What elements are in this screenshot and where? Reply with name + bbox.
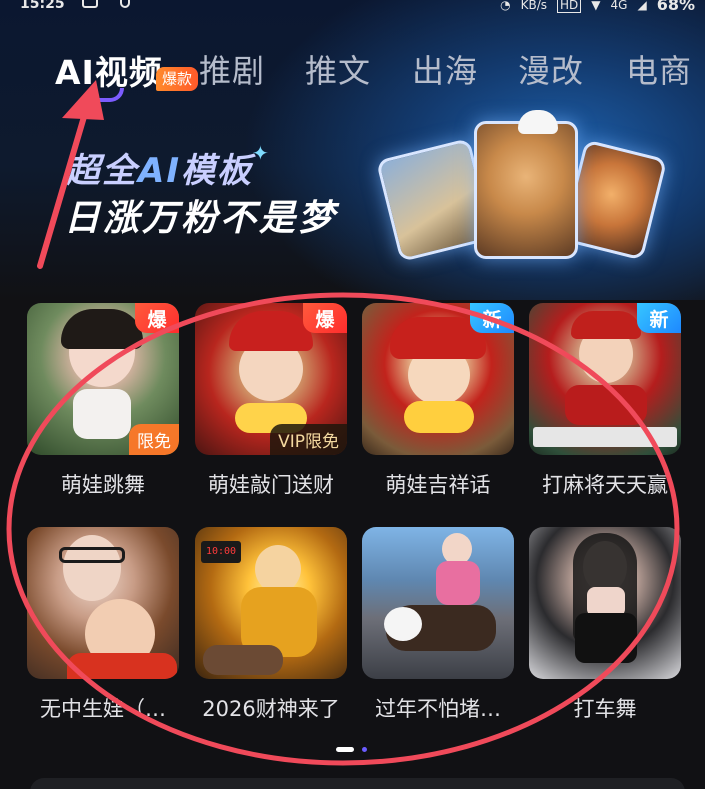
figure-body <box>575 613 637 663</box>
network-speed: KB/s <box>520 0 548 12</box>
template-tile[interactable]: 过年不怕堵… <box>362 527 514 721</box>
template-label: 萌娃跳舞 <box>61 473 145 497</box>
digital-clock: 10:00 <box>201 541 241 563</box>
page-dot[interactable] <box>362 747 367 752</box>
status-time: 15:25 <box>20 0 65 12</box>
figure-hat <box>571 311 641 339</box>
category-tabs: AI视频 爆款 推剧 推文 出海 漫改 电商 <box>0 40 705 102</box>
sparkle-icon: ✦ <box>252 141 269 165</box>
figure-body <box>73 389 131 439</box>
wifi-icon: ▼ <box>591 0 601 12</box>
template-tile[interactable]: 新 打麻将天天赢 <box>529 303 681 497</box>
template-thumbnail[interactable]: 10:00 <box>195 527 347 679</box>
sim-badge: HD <box>557 0 582 13</box>
notification-icon <box>82 0 98 8</box>
tab-article[interactable]: 推文 <box>305 46 371 92</box>
figure-body <box>565 385 647 425</box>
tab-ecommerce[interactable]: 电商 <box>626 46 692 92</box>
page-dot-active[interactable] <box>336 747 354 752</box>
banner-headline: 超全AI模板 <box>66 143 253 192</box>
chef-hat-decoration <box>518 110 558 134</box>
tab-overseas[interactable]: 出海 <box>412 46 478 92</box>
tab-ai-video[interactable]: AI视频 <box>55 46 163 94</box>
template-label: 打车舞 <box>573 697 637 721</box>
template-thumbnail[interactable] <box>27 527 179 679</box>
template-tile[interactable]: 10:00 2026财神来了 <box>195 527 347 721</box>
active-tab-indicator <box>98 88 124 102</box>
template-thumbnail[interactable]: 新 <box>529 303 681 455</box>
hot-tag: 爆 <box>135 303 179 333</box>
template-label: 打麻将天天赢 <box>542 473 668 497</box>
alarm-icon: ◔ <box>500 0 511 12</box>
page-indicator <box>336 747 367 752</box>
template-label: 萌娃敲门送财 <box>208 473 334 497</box>
figure-body <box>436 561 480 605</box>
vip-tag: VIP限免 <box>270 424 347 455</box>
template-thumbnail[interactable]: 爆 VIP限免 <box>195 303 347 455</box>
hot-badge: 爆款 <box>156 67 199 91</box>
banner-suffix: 模板 <box>180 151 253 191</box>
bottom-card[interactable] <box>30 778 685 789</box>
tab-drama[interactable]: 推剧 <box>199 46 265 92</box>
network-type: 4G <box>610 0 628 12</box>
template-label: 萌娃吉祥话 <box>385 473 491 497</box>
battery-level: 68% <box>656 0 695 14</box>
signal-icon: ◢ <box>637 0 647 12</box>
figure-hat <box>229 311 313 351</box>
banner-subline: 日涨万粉不是梦 <box>64 198 338 239</box>
template-label: 2026财神来了 <box>202 697 340 721</box>
new-tag: 新 <box>470 303 514 333</box>
mahjong-tiles <box>533 427 677 447</box>
banner-image-center <box>474 121 578 259</box>
new-tag: 新 <box>637 303 681 333</box>
status-right: ◔ KB/s HD ▼ 4G ◢ 68% <box>500 0 695 14</box>
template-tile[interactable]: 无中生娃（… <box>27 527 179 721</box>
template-tile[interactable]: 爆 限免 萌娃跳舞 <box>27 303 179 497</box>
gold-ingot <box>404 401 474 433</box>
glasses-icon <box>59 547 125 563</box>
hot-tag: 爆 <box>303 303 347 333</box>
template-label: 无中生娃（… <box>40 697 166 721</box>
notification-icon <box>120 0 130 8</box>
template-tile[interactable]: 新 萌娃吉祥话 <box>362 303 514 497</box>
template-thumbnail[interactable] <box>362 527 514 679</box>
notification-icons <box>82 0 130 8</box>
eagle-head <box>384 607 422 641</box>
template-label: 过年不怕堵… <box>375 697 501 721</box>
god-face <box>255 545 301 593</box>
template-tile[interactable]: 打车舞 <box>529 527 681 721</box>
tab-comic[interactable]: 漫改 <box>518 46 584 92</box>
template-thumbnail[interactable]: 新 <box>362 303 514 455</box>
banner-prefix: 超全 <box>66 151 138 191</box>
banner-ai: AI <box>138 151 181 191</box>
template-thumbnail[interactable]: 爆 限免 <box>27 303 179 455</box>
figure-face <box>63 535 121 601</box>
template-thumbnail[interactable] <box>529 527 681 679</box>
status-bar: 15:25 ◔ KB/s HD ▼ 4G ◢ 68% <box>0 0 705 18</box>
free-tag: 限免 <box>129 424 179 455</box>
sleeping-figure <box>203 645 283 675</box>
figure-hair <box>61 309 143 349</box>
baby-body <box>67 653 177 679</box>
template-tile[interactable]: 爆 VIP限免 萌娃敲门送财 <box>195 303 347 497</box>
